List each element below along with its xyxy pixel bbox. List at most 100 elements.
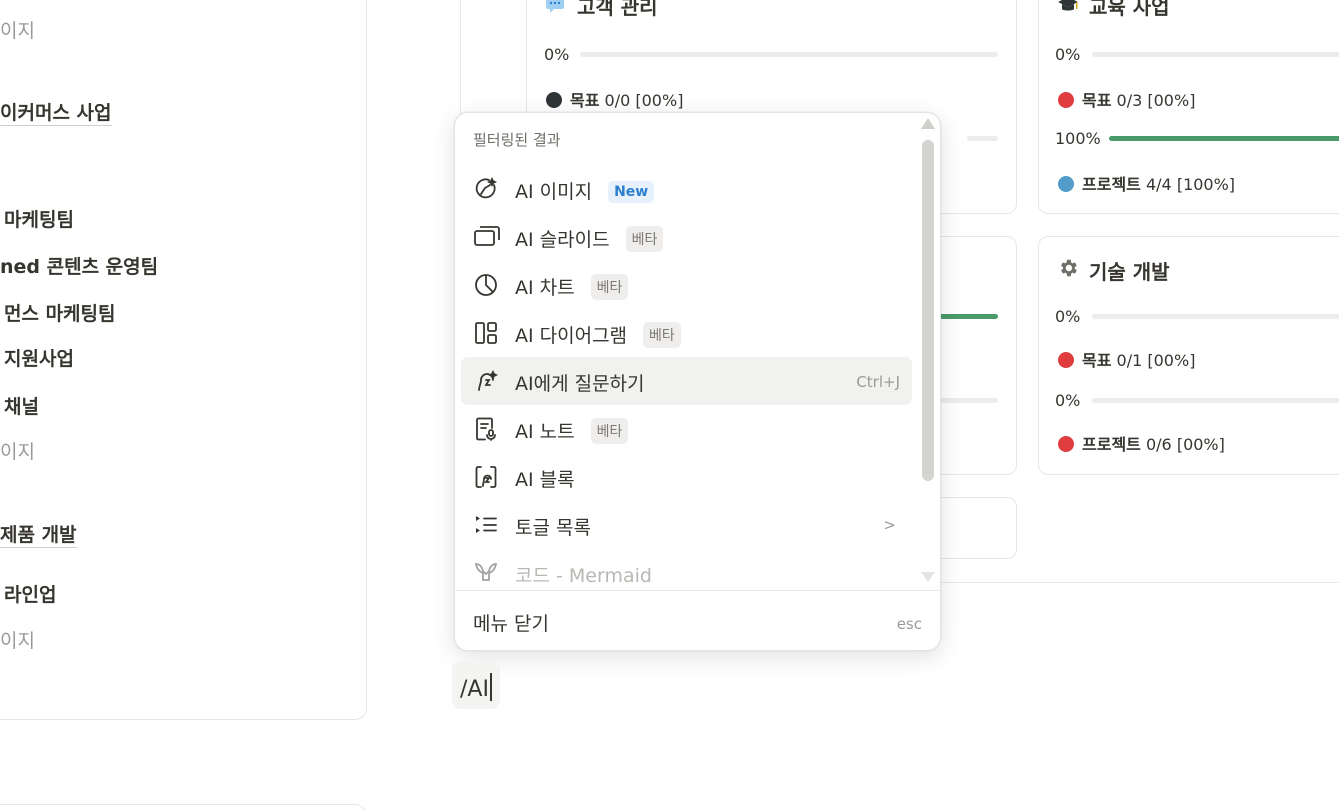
sidebar-item-performance-marketing[interactable]: 먼스 마케팅팀: [4, 299, 116, 326]
sidebar-item-page[interactable]: 이지: [0, 626, 35, 653]
progress-label: 100%: [1055, 129, 1101, 148]
progress-label: 0%: [1055, 391, 1081, 410]
slash-command-menu: 필터링된 결과 AI 이미지 New AI 슬라이드 베타 AI 차트 베타 AI 다…: [454, 112, 941, 651]
sidebar-item-label: 채널: [4, 396, 39, 418]
project-dot: [1058, 176, 1074, 192]
gear-icon: [1057, 257, 1079, 279]
progress-bar: [1109, 136, 1339, 141]
beta-badge: 베타: [625, 226, 664, 252]
menu-item-text: AI 다이어그램: [515, 325, 628, 347]
menu-item-toggle-list[interactable]: 토글 목록 >: [461, 501, 912, 549]
progress-label: 0%: [1055, 307, 1081, 326]
menu-scrollbar-thumb[interactable]: [922, 140, 934, 481]
menu-item-text: AI 슬라이드: [515, 229, 610, 251]
sidebar-item-label: 이지: [0, 630, 35, 652]
project-stat: 프로젝트 4/4 [100%]: [1058, 171, 1235, 195]
menu-item-ai-chart[interactable]: AI 차트 베타: [461, 261, 912, 309]
sidebar-item-label: 이커머스 사업: [0, 102, 112, 126]
goal-label: 목표: [1082, 91, 1112, 110]
menu-item-label: 코드 - Mermaid: [515, 565, 652, 587]
card-title-text: 고객 관리: [577, 0, 658, 19]
goal-stat: 목표 0/3 [00%]: [1058, 87, 1195, 111]
card-title-text: 교육 사업: [1089, 0, 1170, 19]
goal-label: 목표: [1082, 351, 1112, 370]
speech-bubble-icon: [545, 0, 567, 14]
card-title: 고객 관리: [545, 0, 658, 20]
project-value: 4/4 [100%]: [1145, 175, 1236, 194]
ai-face-icon: [473, 368, 499, 394]
card-education[interactable]: 교육 사업 0% 목표 0/3 [00%] 100% 프로젝트 4/4 [100…: [1038, 0, 1339, 214]
progress-bar: [1092, 398, 1339, 403]
menu-item-ask-ai[interactable]: AI에게 질문하기 Ctrl+J: [461, 357, 912, 405]
ai-block-icon: [473, 464, 499, 490]
menu-item-label: 토글 목록: [515, 517, 591, 539]
project-label: 프로젝트: [1082, 175, 1141, 194]
sidebar-item-label: 라인업: [4, 584, 57, 606]
card-title-text: 기술 개발: [1089, 260, 1170, 284]
sidebar-item-ecommerce[interactable]: 이커머스 사업: [0, 98, 112, 126]
sidebar-item-label: 마케팅팀: [4, 209, 74, 231]
keyboard-shortcut: Ctrl+J: [856, 373, 900, 391]
card-tech-development[interactable]: 기술 개발 0% 목표 0/1 [00%] 0% 프로젝트 0/6 [00%]: [1038, 236, 1339, 475]
project-label: 프로젝트: [1082, 435, 1141, 454]
beta-badge: 베타: [590, 418, 629, 444]
menu-item-text: AI 차트: [515, 277, 575, 299]
sidebar-item-channel[interactable]: 채널: [4, 392, 39, 419]
menu-item-ai-slides[interactable]: AI 슬라이드 베타: [461, 213, 912, 261]
sidebar-item-page[interactable]: 이지: [0, 437, 35, 464]
menu-item-ai-block[interactable]: AI 블록: [461, 453, 912, 501]
beta-badge: 베타: [590, 274, 629, 300]
pie-chart-icon: [473, 272, 499, 298]
sidebar-item-label: 제품 개발: [0, 524, 77, 548]
menu-item-ai-image[interactable]: AI 이미지 New: [461, 165, 912, 213]
sidebar-item-support[interactable]: 지원사업: [4, 344, 74, 371]
menu-item-ai-diagram[interactable]: AI 다이어그램 베타: [461, 309, 912, 357]
goal-dot: [1058, 352, 1074, 368]
goal-dot: [1058, 92, 1074, 108]
progress-bar: [1092, 314, 1339, 319]
ai-image-icon: [473, 176, 499, 202]
progress-bar: [1092, 52, 1339, 57]
text-caret: [489, 673, 492, 701]
menu-item-label: AI 차트 베타: [515, 273, 629, 300]
sidebar-item-label: 먼스 마케팅팀: [4, 303, 116, 325]
slash-input-text: /AI: [460, 673, 492, 702]
ai-note-icon: [473, 416, 499, 442]
close-menu-button[interactable]: 메뉴 닫기: [473, 609, 549, 636]
menu-item-label: AI 이미지 New: [515, 177, 655, 204]
chevron-right-icon: >: [883, 516, 896, 534]
sidebar-item-content-team[interactable]: ned 콘텐츠 운영팀: [0, 252, 158, 279]
menu-item-label: AI 다이어그램 베타: [515, 321, 681, 348]
goal-stat: 목표 0/0 [00%]: [546, 87, 683, 111]
goal-value: 0/3 [00%]: [1116, 91, 1196, 110]
menu-item-text: AI 이미지: [515, 181, 593, 203]
sidebar-item-marketing[interactable]: 마케팅팀: [4, 205, 74, 232]
sidebar-item-page[interactable]: 이지: [0, 16, 35, 43]
project-value: 0/6 [00%]: [1145, 435, 1225, 454]
slash-input-value: /AI: [460, 677, 489, 702]
scroll-down-arrow-icon[interactable]: [921, 572, 935, 582]
menu-item-label: AI에게 질문하기: [515, 373, 645, 395]
sidebar-item-lineup[interactable]: 라인업: [4, 580, 56, 607]
goal-stat: 목표 0/1 [00%]: [1058, 347, 1195, 371]
menu-item-text: AI 노트: [515, 421, 575, 443]
sidebar-item-product-dev[interactable]: 제품 개발: [0, 520, 77, 548]
project-stat: 프로젝트 0/6 [00%]: [1058, 431, 1225, 455]
project-dot: [1058, 436, 1074, 452]
progress-bar: [967, 136, 998, 141]
progress-label: 0%: [544, 45, 570, 64]
goal-dot: [546, 92, 562, 108]
menu-divider: [455, 590, 940, 591]
menu-item-label: AI 슬라이드 베타: [515, 225, 664, 252]
progress-bar: [580, 52, 998, 57]
goal-value: 0/0 [00%]: [604, 91, 684, 110]
toggle-list-icon: [473, 512, 499, 538]
card-title: 기술 개발: [1057, 256, 1170, 285]
beta-badge: 베타: [643, 322, 681, 348]
menu-item-ai-note[interactable]: AI 노트 베타: [461, 405, 912, 453]
scroll-up-arrow-icon[interactable]: [921, 118, 935, 129]
sidebar-item-label: ned 콘텐츠 운영팀: [0, 256, 159, 278]
sidebar-item-label: 이지: [0, 20, 35, 42]
slash-command-input[interactable]: /AI: [452, 661, 500, 709]
slides-icon: [473, 224, 500, 250]
